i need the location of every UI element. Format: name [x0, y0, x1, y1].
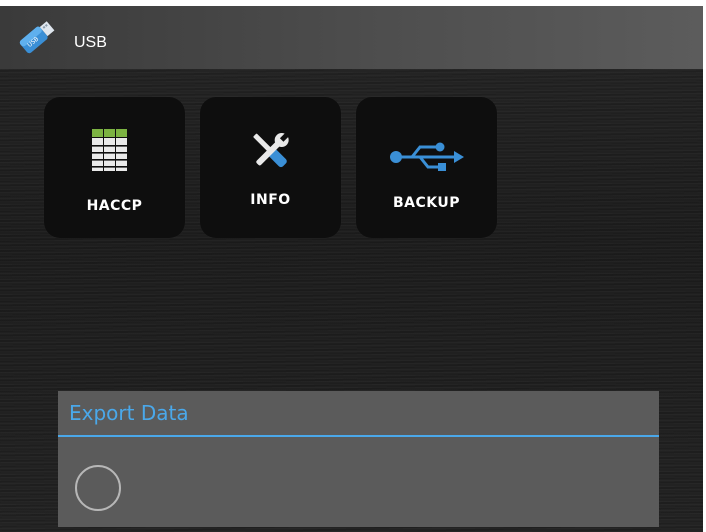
page-title: USB [74, 34, 107, 51]
dialog-header: Export Data [58, 391, 659, 437]
export-data-dialog: Export Data [58, 391, 659, 527]
dialog-title: Export Data [69, 401, 189, 425]
usb-symbol-icon [390, 142, 464, 171]
info-button[interactable]: INFO [200, 97, 341, 238]
info-label: INFO [250, 192, 291, 208]
loading-spinner [75, 465, 121, 511]
app-screen: USB USB HACCP INFO BACKUP Export Data [0, 0, 706, 532]
haccp-label: HACCP [86, 198, 143, 214]
backup-label: BACKUP [392, 195, 460, 211]
haccp-table-icon [92, 129, 127, 171]
backup-button[interactable]: BACKUP [356, 97, 497, 238]
usb-stick-icon: USB [19, 21, 55, 54]
tools-icon [253, 132, 290, 168]
title-bar: USB USB [0, 6, 703, 69]
haccp-button[interactable]: HACCP [44, 97, 185, 238]
